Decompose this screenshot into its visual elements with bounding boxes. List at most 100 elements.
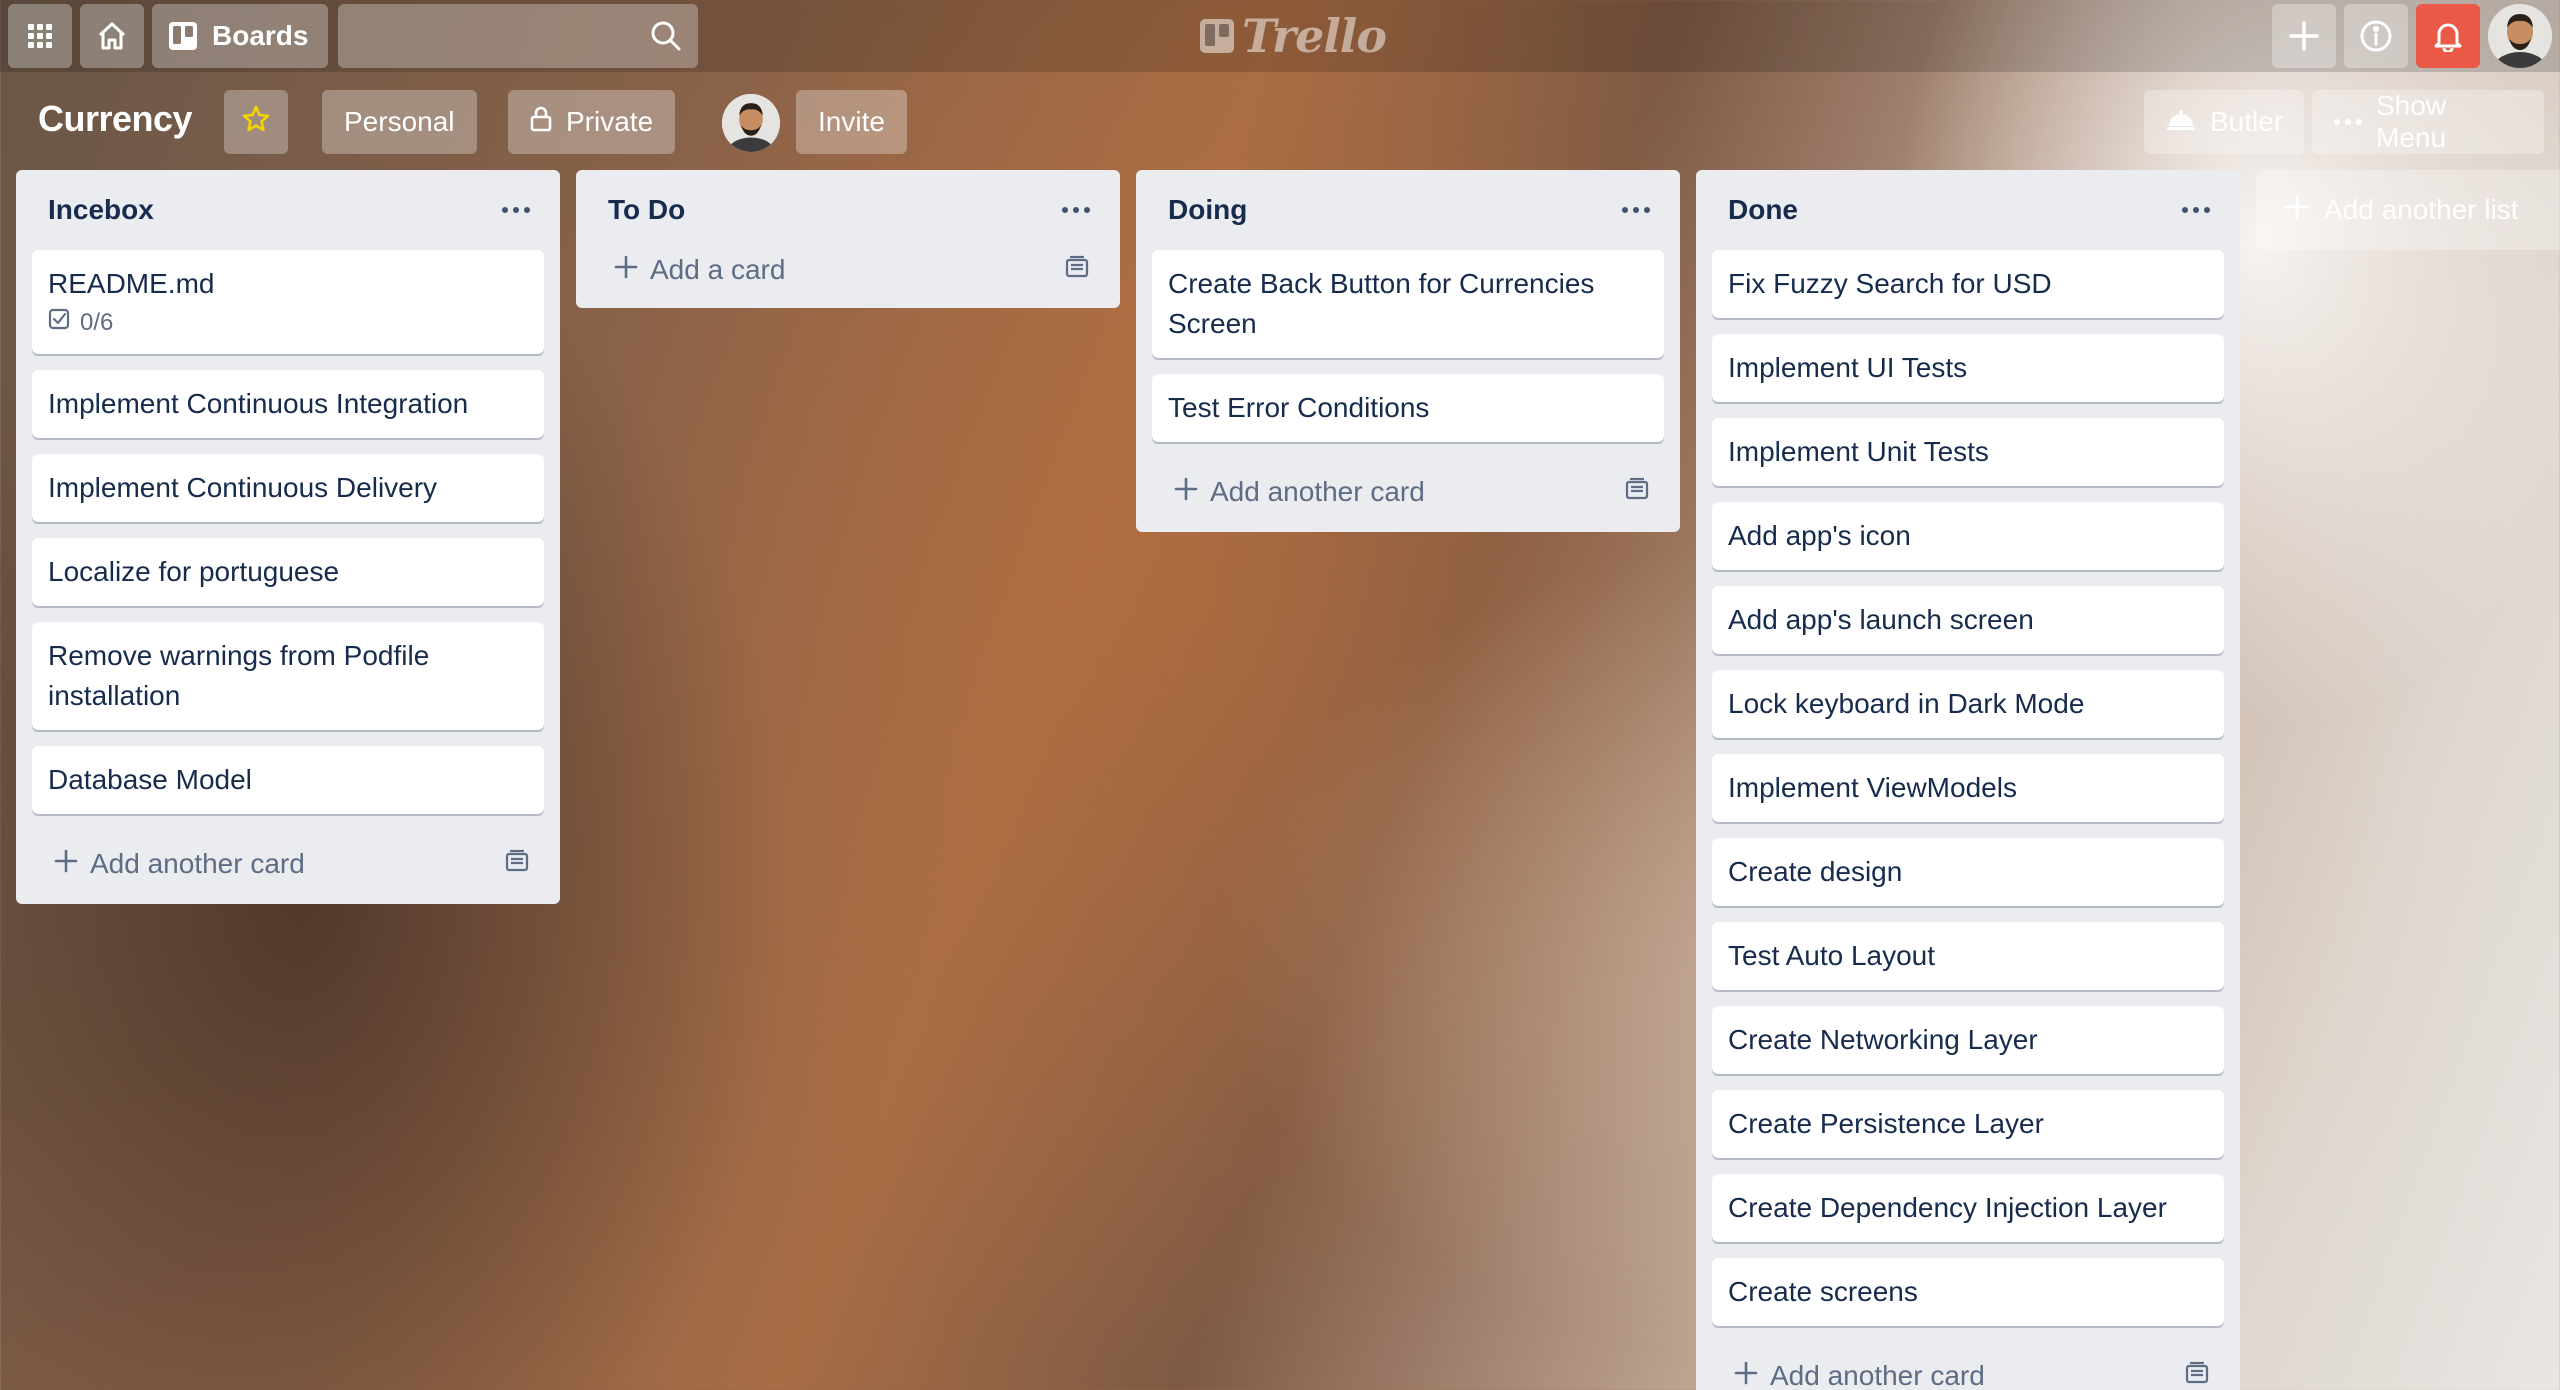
add-list-label: Add another list — [2324, 194, 2519, 225]
card[interactable]: Create Back Button for Currencies Screen — [1152, 250, 1664, 358]
list-doing: Doing Create Back Button for Currencies … — [1136, 170, 1680, 532]
search-input[interactable] — [338, 4, 698, 68]
trello-logo-text: Trello — [1242, 9, 1387, 63]
trello-logo[interactable]: Trello — [1200, 8, 1387, 64]
card[interactable]: Fix Fuzzy Search for USD — [1712, 250, 2224, 318]
card-template-icon[interactable] — [504, 848, 530, 880]
card[interactable]: Create Dependency Injection Layer — [1712, 1174, 2224, 1242]
apps-button[interactable] — [8, 4, 72, 68]
card[interactable]: Implement UI Tests — [1712, 334, 2224, 402]
add-card-label: Add another card — [1210, 476, 1425, 507]
card[interactable]: README.md 0/6 — [32, 250, 544, 354]
info-icon — [2359, 19, 2393, 53]
invite-button[interactable]: Invite — [796, 90, 907, 154]
add-card-button[interactable]: Add another card — [16, 824, 560, 904]
list-header: Doing — [1136, 170, 1680, 250]
butler-button[interactable]: Butler — [2144, 90, 2304, 154]
invite-label: Invite — [818, 106, 885, 137]
add-card-button[interactable]: Add another card — [1696, 1336, 2240, 1390]
list-menu-icon[interactable] — [2182, 195, 2210, 225]
card-title: README.md — [48, 268, 215, 299]
team-label: Personal — [344, 106, 455, 137]
card-template-icon[interactable] — [2184, 1360, 2210, 1390]
search-icon[interactable] — [650, 20, 682, 57]
show-menu-button[interactable]: Show Menu — [2312, 90, 2544, 154]
card[interactable]: Create screens — [1712, 1258, 2224, 1326]
add-card-label: Add another card — [1770, 1360, 1985, 1390]
list-menu-icon[interactable] — [1062, 195, 1090, 225]
add-card-button[interactable]: Add a card — [576, 232, 1120, 308]
list-menu-icon[interactable] — [1622, 195, 1650, 225]
notifications-button[interactable] — [2416, 4, 2480, 68]
create-button[interactable] — [2272, 4, 2336, 68]
boards-label: Boards — [212, 20, 309, 51]
list-title[interactable]: Doing — [1168, 194, 1247, 226]
card[interactable]: Create Persistence Layer — [1712, 1090, 2224, 1158]
visibility-label: Private — [566, 106, 654, 137]
card-template-icon[interactable] — [1064, 254, 1090, 286]
butler-label: Butler — [2210, 106, 2284, 137]
add-card-button[interactable]: Add another card — [1136, 452, 1680, 532]
plus-icon — [2284, 194, 2310, 227]
search-bar[interactable] — [338, 4, 698, 68]
list-to-do: To Do Add a card — [576, 170, 1120, 308]
add-card-label: Add another card — [90, 848, 305, 879]
list-title[interactable]: Incebox — [48, 194, 154, 226]
home-button[interactable] — [80, 4, 144, 68]
list-title[interactable]: To Do — [608, 194, 685, 226]
list-menu-icon[interactable] — [502, 195, 530, 225]
member-avatar-image — [722, 94, 780, 152]
apps-icon — [27, 23, 53, 49]
list-done: Done Fix Fuzzy Search for USD Implement … — [1696, 170, 2240, 1390]
user-avatar[interactable] — [2488, 4, 2552, 68]
trello-logo-mark — [1200, 19, 1234, 53]
top-header: Boards Trello — [0, 0, 2560, 72]
visibility-button[interactable]: Private — [508, 90, 676, 154]
member-avatar[interactable] — [722, 94, 780, 152]
card[interactable]: Remove warnings from Podfile installatio… — [32, 622, 544, 730]
plus-icon — [614, 254, 638, 286]
star-board-button[interactable] — [224, 90, 288, 154]
card[interactable]: Database Model — [32, 746, 544, 814]
card[interactable]: Implement Continuous Delivery — [32, 454, 544, 522]
card[interactable]: Localize for portuguese — [32, 538, 544, 606]
board-title[interactable]: Currency — [38, 98, 193, 140]
list-header: Done — [1696, 170, 2240, 250]
checklist-badge: 0/6 — [48, 306, 528, 340]
list-header: Incebox — [16, 170, 560, 250]
card[interactable]: Implement Continuous Integration — [32, 370, 544, 438]
star-icon — [241, 104, 271, 141]
add-list-button[interactable]: Add another list — [2256, 170, 2560, 250]
card[interactable]: Create design — [1712, 838, 2224, 906]
card[interactable]: Create Networking Layer — [1712, 1006, 2224, 1074]
show-menu-label: Show Menu — [2376, 90, 2447, 153]
home-icon — [96, 20, 128, 52]
boards-button[interactable]: Boards — [152, 4, 328, 68]
plus-icon — [2288, 20, 2320, 52]
list-title[interactable]: Done — [1728, 194, 1798, 226]
card[interactable]: Implement ViewModels — [1712, 754, 2224, 822]
info-button[interactable] — [2344, 4, 2408, 68]
user-avatar-image — [2488, 4, 2552, 68]
card[interactable]: Lock keyboard in Dark Mode — [1712, 670, 2224, 738]
boards-icon — [168, 21, 198, 51]
card[interactable]: Add app's launch screen — [1712, 586, 2224, 654]
card[interactable]: Test Error Conditions — [1152, 374, 1664, 442]
plus-icon — [1174, 476, 1198, 508]
card-list: Fix Fuzzy Search for USD Implement UI Te… — [1696, 250, 2240, 1326]
checklist-icon — [48, 306, 70, 340]
card-template-icon[interactable] — [1624, 476, 1650, 508]
card[interactable]: Implement Unit Tests — [1712, 418, 2224, 486]
more-icon — [2334, 107, 2362, 137]
card[interactable]: Test Auto Layout — [1712, 922, 2224, 990]
plus-icon — [1734, 1360, 1758, 1390]
card-list: Create Back Button for Currencies Screen… — [1136, 250, 1680, 442]
bell-icon — [2433, 20, 2463, 52]
plus-icon — [54, 848, 78, 880]
team-button[interactable]: Personal — [322, 90, 477, 154]
card-list: README.md 0/6 Implement Continuous Integ… — [16, 250, 560, 814]
card[interactable]: Add app's icon — [1712, 502, 2224, 570]
butler-icon — [2166, 106, 2196, 138]
add-card-label: Add a card — [650, 254, 786, 285]
list-incebox: Incebox README.md 0/6 Implement Continuo… — [16, 170, 560, 904]
